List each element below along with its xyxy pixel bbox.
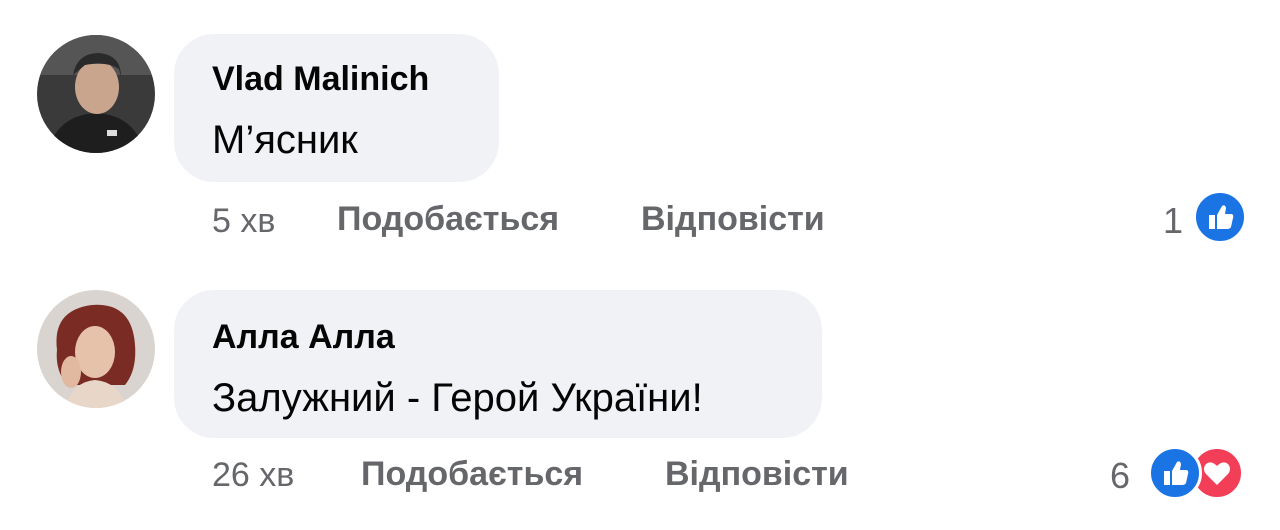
like-icon <box>1148 446 1202 500</box>
comment-bubble: Алла Алла Залужний - Герой України! <box>174 290 822 438</box>
comment-text: Залужний - Герой України! <box>212 376 703 420</box>
like-button[interactable]: Подобається <box>337 200 559 239</box>
comment-timestamp[interactable]: 5 хв <box>212 202 275 241</box>
like-button[interactable]: Подобається <box>361 455 583 494</box>
comment-text: М’ясник <box>212 118 358 162</box>
reply-button[interactable]: Відповісти <box>641 200 825 239</box>
avatar[interactable] <box>37 35 155 153</box>
comment-bubble: Vlad Malinich М’ясник <box>174 34 499 182</box>
reaction-count[interactable]: 1 <box>1163 200 1183 242</box>
reaction-count[interactable]: 6 <box>1110 455 1130 497</box>
comment-author[interactable]: Vlad Malinich <box>212 60 429 99</box>
reply-button[interactable]: Відповісти <box>665 455 849 494</box>
comment-author[interactable]: Алла Алла <box>212 318 395 357</box>
like-icon <box>1193 190 1247 244</box>
comment-timestamp[interactable]: 26 хв <box>212 456 294 495</box>
avatar[interactable] <box>37 290 155 408</box>
